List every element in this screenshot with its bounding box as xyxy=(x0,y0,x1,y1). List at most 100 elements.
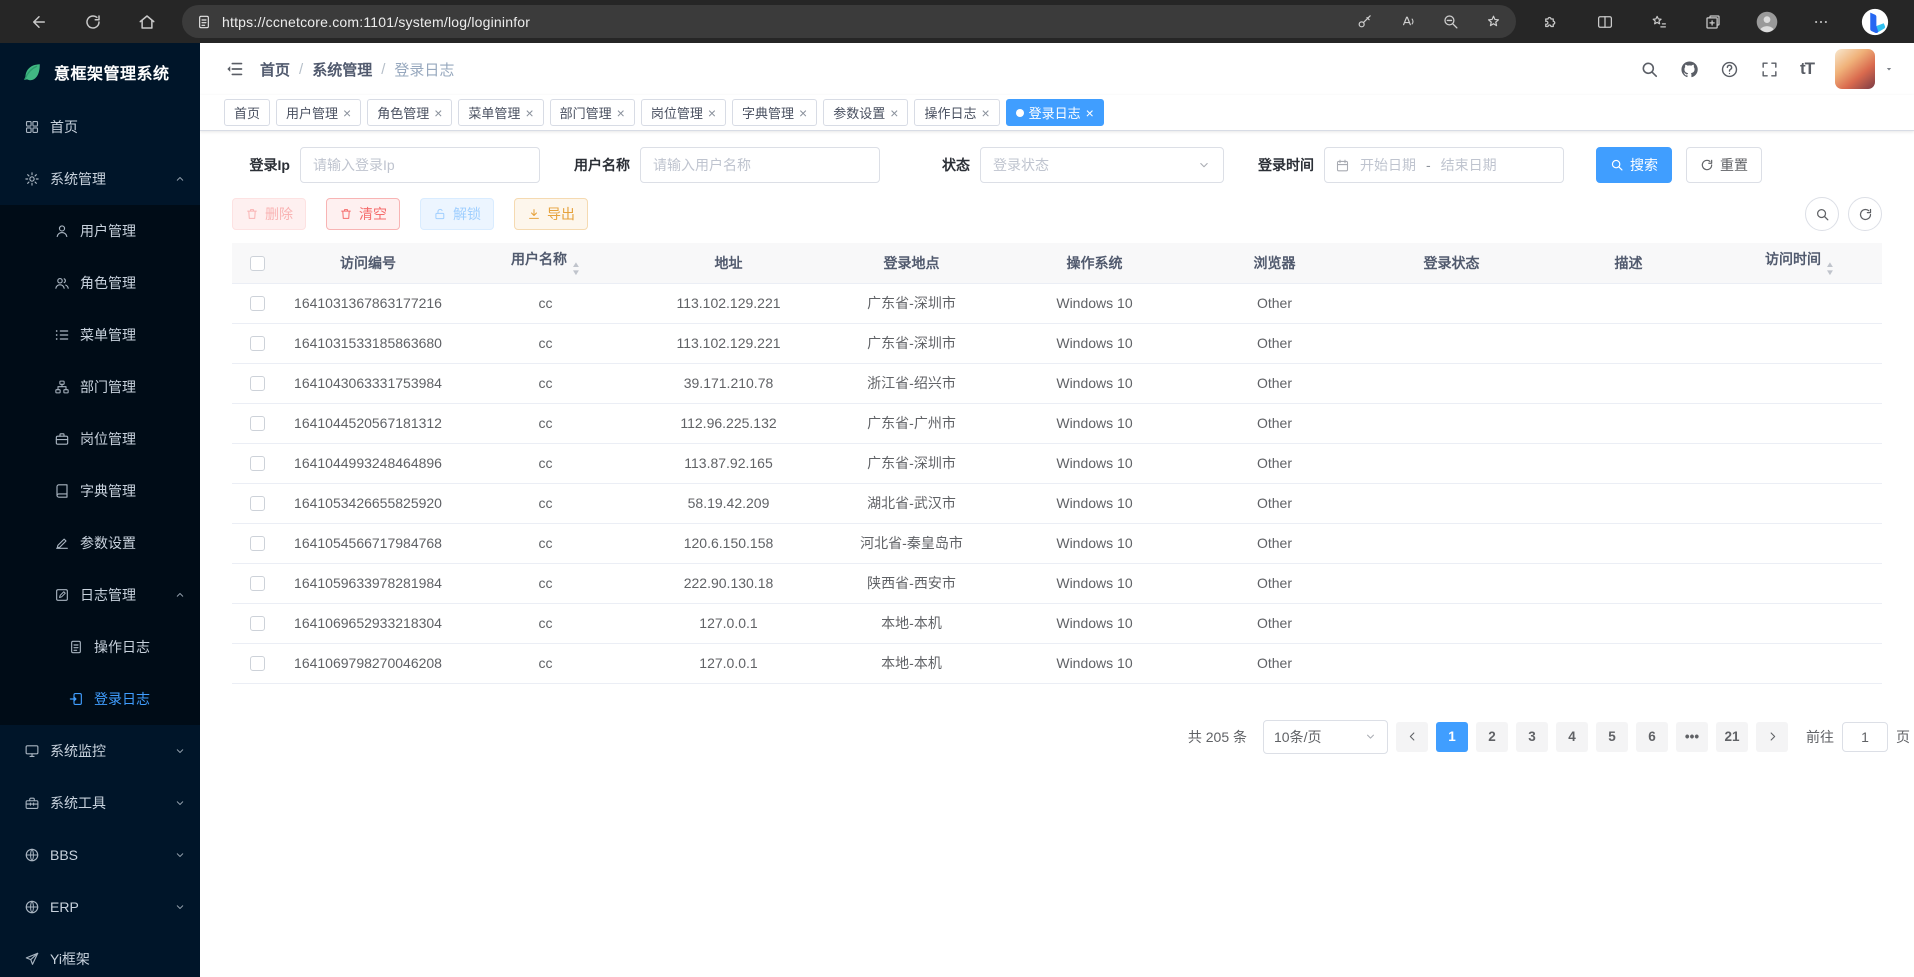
sidebar-item-post-mgmt[interactable]: 岗位管理 xyxy=(0,413,200,465)
tab-post-mgmt[interactable]: 岗位管理× xyxy=(641,99,726,126)
password-key-icon[interactable] xyxy=(1356,13,1373,30)
sidebar-item-system-mgmt[interactable]: 系统管理 xyxy=(0,153,200,205)
page-info-icon[interactable] xyxy=(196,14,212,30)
header-search-icon[interactable] xyxy=(1640,60,1659,79)
unlock-button[interactable]: 解锁 xyxy=(420,198,494,230)
username-input[interactable] xyxy=(640,147,880,183)
copilot-icon[interactable] xyxy=(1857,5,1893,39)
page-button-3[interactable]: 3 xyxy=(1516,722,1548,752)
fullscreen-icon[interactable] xyxy=(1760,60,1779,79)
column-header-time[interactable]: 访问时间▲▼ xyxy=(1717,243,1882,283)
sidebar-item-user-mgmt[interactable]: 用户管理 xyxy=(0,205,200,257)
user-avatar[interactable] xyxy=(1835,49,1875,89)
close-tab-icon[interactable]: × xyxy=(890,106,898,120)
close-tab-icon[interactable]: × xyxy=(708,106,716,120)
row-checkbox[interactable] xyxy=(250,576,265,591)
page-button-6[interactable]: 6 xyxy=(1636,722,1668,752)
row-checkbox[interactable] xyxy=(250,336,265,351)
prev-page-button[interactable] xyxy=(1396,722,1428,752)
tab-user-mgmt[interactable]: 用户管理× xyxy=(276,99,361,126)
page-button-1[interactable]: 1 xyxy=(1436,722,1468,752)
goto-page-input[interactable] xyxy=(1842,722,1888,752)
row-checkbox[interactable] xyxy=(250,296,265,311)
sidebar-toggle-icon[interactable] xyxy=(224,59,244,79)
more-pages-button[interactable]: ••• xyxy=(1676,722,1708,752)
next-page-button[interactable] xyxy=(1756,722,1788,752)
date-range-picker[interactable]: 开始日期 - 结束日期 xyxy=(1324,147,1564,183)
sidebar-item-log-mgmt[interactable]: 日志管理 xyxy=(0,569,200,621)
column-header-user[interactable]: 用户名称▲▼ xyxy=(454,243,637,283)
select-all-checkbox[interactable] xyxy=(250,256,265,271)
close-tab-icon[interactable]: × xyxy=(343,106,351,120)
close-tab-icon[interactable]: × xyxy=(617,106,625,120)
sidebar-item-login-log[interactable]: 登录日志 xyxy=(0,673,200,725)
status-select[interactable]: 登录状态 xyxy=(980,147,1224,183)
toggle-search-button[interactable] xyxy=(1805,197,1839,231)
github-icon[interactable] xyxy=(1680,60,1699,79)
row-checkbox[interactable] xyxy=(250,536,265,551)
sidebar-item-yi-framework[interactable]: Yi框架 xyxy=(0,933,200,977)
avatar-caret-icon[interactable] xyxy=(1884,64,1894,74)
tab-login-log[interactable]: 登录日志× xyxy=(1006,99,1104,126)
table-row[interactable]: 1641059633978281984cc222.90.130.18陕西省-西安… xyxy=(232,563,1882,603)
sidebar-item-system-monitor[interactable]: 系统监控 xyxy=(0,725,200,777)
sidebar-item-bbs[interactable]: BBS xyxy=(0,829,200,881)
breadcrumb-item[interactable]: 首页 xyxy=(260,59,290,80)
sort-icons[interactable]: ▲▼ xyxy=(1826,261,1834,276)
sidebar-item-system-tools[interactable]: 系统工具 xyxy=(0,777,200,829)
row-checkbox[interactable] xyxy=(250,496,265,511)
search-button[interactable]: 搜索 xyxy=(1596,147,1672,183)
table-row[interactable]: 1641053426655825920cc58.19.42.209湖北省-武汉市… xyxy=(232,483,1882,523)
sidebar-item-home[interactable]: 首页 xyxy=(0,101,200,153)
page-button-4[interactable]: 4 xyxy=(1556,722,1588,752)
sidebar-item-role-mgmt[interactable]: 角色管理 xyxy=(0,257,200,309)
page-button-last[interactable]: 21 xyxy=(1716,722,1748,752)
favorites-icon[interactable] xyxy=(1641,5,1677,39)
font-size-icon[interactable]: tT xyxy=(1800,59,1814,79)
close-tab-icon[interactable]: × xyxy=(434,106,442,120)
row-checkbox[interactable] xyxy=(250,416,265,431)
browser-menu-icon[interactable] xyxy=(1803,5,1839,39)
row-checkbox[interactable] xyxy=(250,616,265,631)
collections-icon[interactable] xyxy=(1695,5,1731,39)
browser-home-icon[interactable] xyxy=(129,5,165,39)
sidebar-item-operation-log[interactable]: 操作日志 xyxy=(0,621,200,673)
page-size-select[interactable]: 10条/页 xyxy=(1263,720,1388,754)
table-row[interactable]: 1641044520567181312cc112.96.225.132广东省-广… xyxy=(232,403,1882,443)
add-favorite-icon[interactable] xyxy=(1485,13,1502,30)
sidebar-item-menu-mgmt[interactable]: 菜单管理 xyxy=(0,309,200,361)
read-aloud-icon[interactable] xyxy=(1399,13,1416,30)
tab-param-settings[interactable]: 参数设置× xyxy=(823,99,908,126)
table-row[interactable]: 1641069798270046208cc127.0.0.1本地-本机Windo… xyxy=(232,643,1882,683)
table-row[interactable]: 1641054566717984768cc120.6.150.158河北省-秦皇… xyxy=(232,523,1882,563)
refresh-table-button[interactable] xyxy=(1848,197,1882,231)
delete-button[interactable]: 删除 xyxy=(232,198,306,230)
browser-back-icon[interactable] xyxy=(21,5,57,39)
table-row[interactable]: 1641031367863177216cc113.102.129.221广东省-… xyxy=(232,283,1882,323)
browser-refresh-icon[interactable] xyxy=(75,5,111,39)
tab-role-mgmt[interactable]: 角色管理× xyxy=(367,99,452,126)
extensions-icon[interactable] xyxy=(1533,5,1569,39)
row-checkbox[interactable] xyxy=(250,376,265,391)
address-bar[interactable]: https://ccnetcore.com:1101/system/log/lo… xyxy=(182,5,1516,38)
help-icon[interactable] xyxy=(1720,60,1739,79)
tab-operation-log[interactable]: 操作日志× xyxy=(914,99,999,126)
table-row[interactable]: 1641031533185863680cc113.102.129.221广东省-… xyxy=(232,323,1882,363)
sort-icons[interactable]: ▲▼ xyxy=(572,261,580,276)
table-row[interactable]: 1641069652933218304cc127.0.0.1本地-本机Windo… xyxy=(232,603,1882,643)
row-checkbox[interactable] xyxy=(250,456,265,471)
reset-button[interactable]: 重置 xyxy=(1686,147,1762,183)
close-tab-icon[interactable]: × xyxy=(799,106,807,120)
close-tab-icon[interactable]: × xyxy=(1086,106,1094,120)
split-screen-icon[interactable] xyxy=(1587,5,1623,39)
row-checkbox[interactable] xyxy=(250,656,265,671)
zoom-out-icon[interactable] xyxy=(1442,13,1459,30)
close-tab-icon[interactable]: × xyxy=(981,106,989,120)
tab-home[interactable]: 首页 xyxy=(224,99,270,126)
table-row[interactable]: 1641043063331753984cc39.171.210.78浙江省-绍兴… xyxy=(232,363,1882,403)
url-text[interactable]: https://ccnetcore.com:1101/system/log/lo… xyxy=(222,14,530,30)
breadcrumb-item[interactable]: 系统管理 xyxy=(312,59,372,80)
page-button-5[interactable]: 5 xyxy=(1596,722,1628,752)
sidebar-item-param-settings[interactable]: 参数设置 xyxy=(0,517,200,569)
sidebar-item-dict-mgmt[interactable]: 字典管理 xyxy=(0,465,200,517)
